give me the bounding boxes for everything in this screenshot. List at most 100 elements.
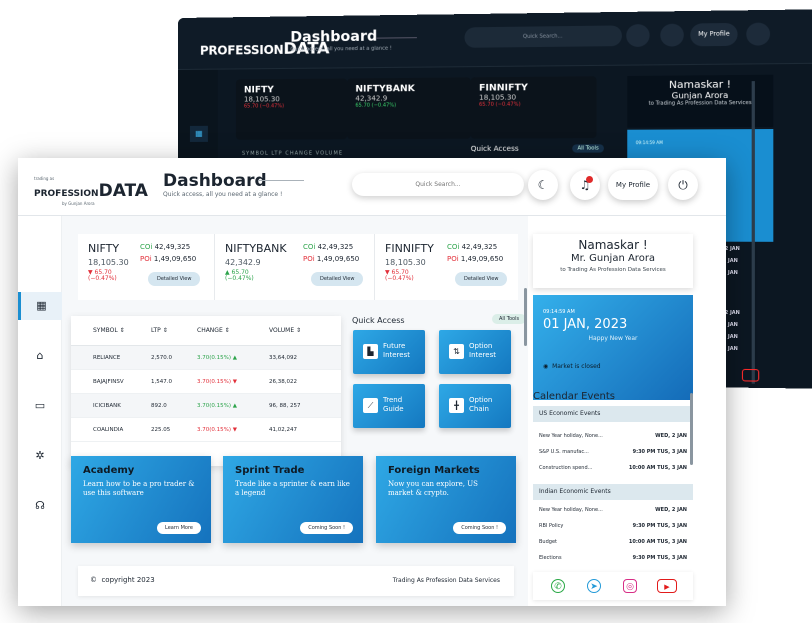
table-row[interactable]: BAJAJFINSV 1,547.0 3.70(0.15%) ▼ 26,38,0… bbox=[71, 370, 341, 394]
all-tools-button[interactable]: All Tools bbox=[492, 314, 526, 324]
dark-quick-access-title: Quick Access bbox=[471, 145, 519, 153]
sidebar: ▦ ⌂ ▭ ✲ ☊ bbox=[18, 216, 62, 606]
event-row[interactable]: Elections 9:30 PM TUS, 3 JAN bbox=[533, 550, 693, 566]
event-row[interactable]: New Year holiday, None... WED, 2 JAN bbox=[533, 428, 693, 444]
event-name: RBI Policy bbox=[539, 518, 563, 534]
quick-access-label: Future Interest bbox=[383, 342, 419, 360]
ticker-coi: COi 42,49,325 bbox=[303, 243, 353, 251]
search-input[interactable] bbox=[352, 173, 524, 196]
cell-change-value: 3.70(0.15%) bbox=[197, 379, 231, 385]
sidebar-item-home[interactable]: ⌂ bbox=[18, 342, 62, 370]
cell-volume: 96, 88, 257 bbox=[261, 403, 331, 409]
ticker-change-value: 65.70 (−0.47%) bbox=[225, 269, 254, 282]
moon-icon: ☾ bbox=[538, 178, 549, 192]
col-symbol[interactable]: SYMBOL ⇕ bbox=[71, 327, 139, 334]
future-interest-button[interactable]: ▙ Future Interest bbox=[353, 330, 425, 374]
notifications-button[interactable]: ♫ bbox=[570, 170, 600, 200]
profile-button[interactable]: My Profile bbox=[608, 170, 658, 200]
promo-title: Academy bbox=[83, 465, 199, 476]
dark-bell-button[interactable] bbox=[660, 24, 684, 47]
screenshot-stage: PROFESSIONDATA Dashboard Quick access, a… bbox=[0, 0, 812, 623]
promo-academy: Academy Learn how to be a pro trader & u… bbox=[71, 456, 211, 543]
ticker-poi: POi 1,49,09,650 bbox=[140, 255, 196, 263]
table-row[interactable]: ICICIBANK 892.0 3.70(0.15%) ▲ 96, 88, 25… bbox=[71, 394, 341, 418]
cell-volume: 26,38,022 bbox=[261, 379, 331, 385]
dark-dashboard-icon[interactable]: ▦ bbox=[190, 126, 208, 142]
col-ltp[interactable]: LTP ⇕ bbox=[139, 327, 189, 334]
dark-theme-button[interactable] bbox=[626, 24, 649, 47]
events-box-title: US Economic Events bbox=[533, 406, 693, 422]
dark-profile-button[interactable]: My Profile bbox=[690, 23, 737, 46]
copyright: © copyright 2023 bbox=[90, 576, 155, 584]
trend-guide-button[interactable]: ⟋ Trend Guide bbox=[353, 384, 425, 428]
logout-button[interactable]: ⏻ bbox=[668, 170, 698, 200]
dark-power-button[interactable] bbox=[746, 22, 770, 45]
promo-title: Sprint Trade bbox=[235, 465, 351, 476]
event-time: 9:30 PM TUS, 3 JAN bbox=[633, 550, 687, 566]
option-interest-button[interactable]: ⇅ Option Interest bbox=[439, 330, 511, 374]
calendar-icon: ▭ bbox=[35, 399, 45, 412]
telegram-icon[interactable]: ➤ bbox=[587, 579, 601, 593]
option-chain-button[interactable]: ╋ Option Chain bbox=[439, 384, 511, 428]
promo-sprint-trade: Sprint Trade Trade like a sprinter & ear… bbox=[223, 456, 363, 543]
cell-change: 3.70(0.15%) ▲ bbox=[189, 403, 261, 409]
event-row[interactable]: New Year holiday, None... WED, 2 JAN bbox=[533, 502, 693, 518]
dark-search-input[interactable]: Quick Search... bbox=[464, 25, 621, 47]
dark-ticker-nifty: NIFTY 18,105.30 65.70 (−0.47%) bbox=[236, 78, 347, 139]
main-scrollbar[interactable] bbox=[524, 288, 527, 346]
event-name: Elections bbox=[539, 550, 562, 566]
ticker-poi: POi 1,49,09,650 bbox=[447, 255, 503, 263]
event-row[interactable]: Budget 10:00 AM TUS, 3 JAN bbox=[533, 534, 693, 550]
logo-main: DATA bbox=[99, 181, 148, 201]
whatsapp-icon[interactable]: ✆ bbox=[551, 579, 565, 593]
logo: trading as PROFESSIONDATA by Gunjan Aror… bbox=[34, 176, 148, 206]
detailed-view-button[interactable]: Detailed View bbox=[148, 272, 200, 286]
greeting-text: Namaskar ! bbox=[533, 238, 693, 252]
sidebar-item-dashboard[interactable]: ▦ bbox=[18, 292, 62, 320]
table-row[interactable]: COALINDIA 225.05 3.70(0.15%) ▼ 41,02,247 bbox=[71, 418, 341, 442]
sidebar-item-settings[interactable]: ✲ bbox=[18, 442, 62, 470]
cell-symbol: ICICIBANK bbox=[71, 403, 139, 409]
event-row[interactable]: Construction spend... 10:00 AM TUS, 3 JAN bbox=[533, 460, 693, 476]
sidebar-item-support[interactable]: ☊ bbox=[18, 492, 62, 520]
coming-soon-button[interactable]: Coming Soon ! bbox=[300, 522, 353, 534]
col-change[interactable]: CHANGE ⇕ bbox=[189, 327, 261, 334]
youtube-icon[interactable]: ▶ bbox=[657, 579, 677, 593]
cell-change-value: 3.70(0.15%) bbox=[197, 427, 231, 433]
dark-scrollbar[interactable] bbox=[752, 81, 755, 384]
dark-page-title: Dashboard bbox=[290, 28, 377, 45]
dark-all-tools-button[interactable]: All Tools bbox=[572, 144, 604, 152]
detailed-view-button[interactable]: Detailed View bbox=[311, 272, 363, 286]
event-row[interactable]: S&P U.S. manufac... 9:30 PM TUS, 3 JAN bbox=[533, 444, 693, 460]
logo-prefix: PROFESSION bbox=[34, 189, 99, 199]
ticker-change-value: 65.70 (−0.47%) bbox=[88, 269, 117, 282]
coi-value: 42,49,325 bbox=[318, 243, 354, 251]
detailed-view-button[interactable]: Detailed View bbox=[455, 272, 507, 286]
greeting-tagline: to Trading As Profession Data Services bbox=[533, 267, 693, 273]
headset-icon: ☊ bbox=[35, 499, 45, 512]
dark-table-header: SYMBOL LTP CHANGE VOLUME bbox=[242, 150, 343, 156]
event-name: New Year holiday, None... bbox=[539, 502, 603, 518]
sidebar-item-calendar[interactable]: ▭ bbox=[18, 392, 62, 420]
calendar-title: Calendar Events bbox=[533, 391, 615, 402]
coi-value: 42,49,325 bbox=[155, 243, 191, 251]
instagram-icon[interactable]: ◎ bbox=[623, 579, 637, 593]
learn-more-button[interactable]: Learn More bbox=[157, 522, 201, 534]
cell-symbol: RELIANCE bbox=[71, 355, 139, 361]
events-scrollbar[interactable] bbox=[690, 393, 693, 465]
theme-toggle-button[interactable]: ☾ bbox=[528, 170, 558, 200]
cell-ltp: 2,570.0 bbox=[139, 355, 189, 361]
event-row[interactable]: RBI Policy 9:30 PM TUS, 3 JAN bbox=[533, 518, 693, 534]
dark-youtube-icon[interactable] bbox=[742, 369, 759, 382]
col-volume[interactable]: VOLUME ⇕ bbox=[261, 327, 331, 334]
dark-page-subtitle: Quick access, all you need at a glance ! bbox=[290, 46, 391, 53]
dark-ticker-change: 65.70 (−0.47%) bbox=[479, 101, 588, 108]
arrows-icon: ⇅ bbox=[449, 344, 464, 359]
copyright-text: copyright 2023 bbox=[101, 576, 154, 584]
cell-change: 3.70(0.15%) ▼ bbox=[189, 427, 261, 433]
table-row[interactable]: RELIANCE 2,570.0 3.70(0.15%) ▲ 33,64,092 bbox=[71, 346, 341, 370]
status-dot-icon: ◉ bbox=[543, 363, 548, 370]
ticker-card-niftybank: NIFTYBANK 42,342.9 ▲ 65.70 (−0.47%) COi … bbox=[214, 234, 374, 300]
coming-soon-button[interactable]: Coming Soon ! bbox=[453, 522, 506, 534]
coi-label: COi bbox=[140, 243, 152, 251]
